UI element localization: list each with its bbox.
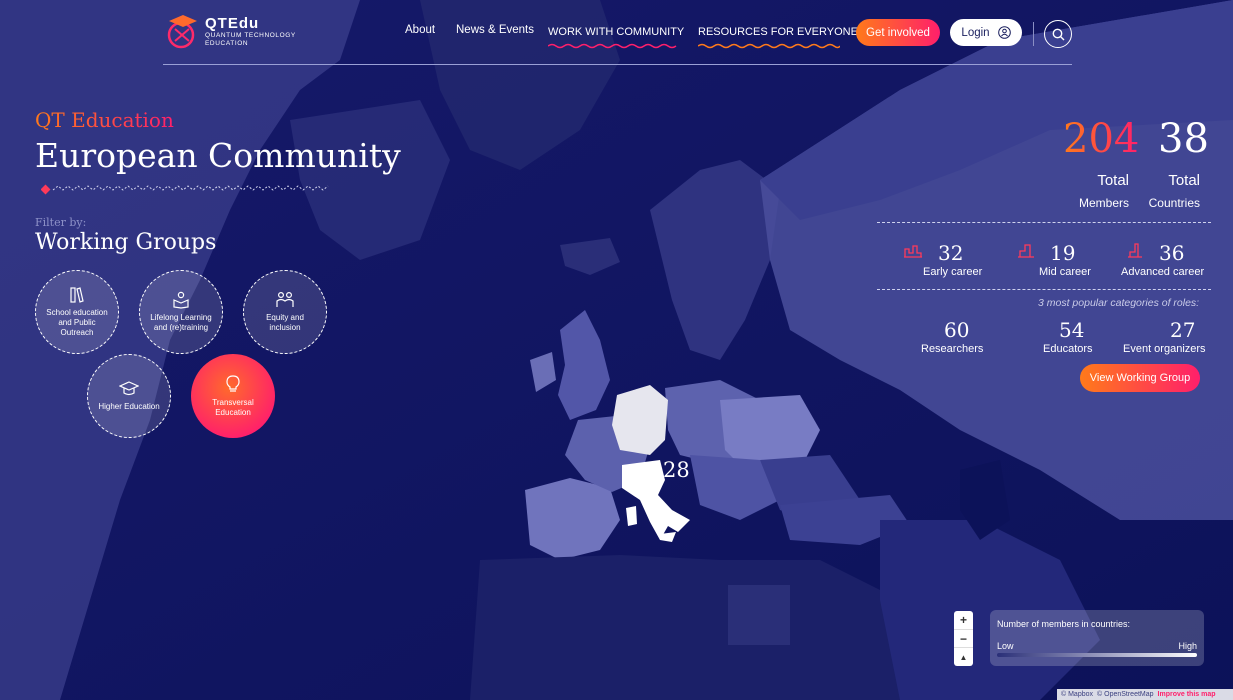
country-member-count: 28 — [663, 458, 690, 482]
stats-divider — [877, 289, 1211, 290]
members-label-2: Members — [1078, 196, 1129, 210]
mid-career-value: 19 — [1050, 241, 1076, 265]
login-label: Login — [961, 26, 990, 39]
nav-work-label: WORK WITH COMMUNITY — [548, 26, 685, 38]
search-button[interactable] — [1044, 20, 1072, 48]
wave-underline — [698, 43, 840, 49]
attrib-mapbox[interactable]: © Mapbox — [1061, 691, 1093, 698]
filter-label: Filter by: — [35, 216, 87, 229]
legend-gradient-bar — [997, 653, 1197, 657]
event-organizers-label: Event organizers — [1123, 343, 1206, 355]
group-label: Higher Education — [98, 402, 160, 411]
map-legend: Number of members in countries: Low High — [990, 610, 1204, 666]
north-africa-land — [470, 555, 900, 700]
search-icon — [1052, 28, 1064, 40]
nav-news-events[interactable]: News & Events — [456, 24, 534, 36]
roles-note: 3 most popular categories of roles: — [1038, 297, 1200, 309]
learner-icon — [173, 291, 189, 309]
total-members-label: Total Members — [1070, 170, 1129, 214]
group-equity-inclusion[interactable]: Equity and inclusion — [243, 270, 327, 354]
mid-career-icon — [1018, 244, 1034, 258]
group-transversal-education[interactable]: Transversal Education — [191, 354, 275, 438]
total-countries-label: Total Countries — [1140, 170, 1200, 214]
nav-about[interactable]: About — [405, 24, 435, 36]
lightbulb-icon — [226, 375, 240, 392]
researchers-label: Researchers — [921, 343, 984, 355]
group-label: Lifelong Learning and (re)training — [150, 313, 212, 332]
members-label-1: Total — [1097, 172, 1129, 189]
stats-divider — [877, 222, 1211, 223]
brand-subtitle-1: QUANTUM TECHNOLOGY — [205, 31, 296, 39]
educators-value: 54 — [1059, 318, 1085, 342]
get-involved-button[interactable]: Get involved — [856, 19, 940, 46]
logo-icon — [167, 15, 197, 49]
nav-resources-label: RESOURCES FOR EVERYONE — [698, 26, 858, 38]
map-attribution: © Mapbox © OpenStreetMap Improve this ma… — [1057, 689, 1233, 700]
event-organizers-value: 27 — [1170, 318, 1196, 342]
mid-career-label: Mid career — [1039, 266, 1091, 278]
legend-title: Number of members in countries: — [997, 619, 1131, 629]
group-school-education[interactable]: School education and Public Outreach — [35, 270, 119, 354]
user-icon — [997, 26, 1011, 39]
early-career-icon — [904, 245, 922, 258]
advanced-career-icon — [1128, 243, 1142, 258]
title-decoration — [41, 184, 329, 195]
early-career-value: 32 — [938, 241, 964, 265]
page-title: European Community — [35, 136, 401, 175]
countries-label-2: Countries — [1148, 196, 1200, 210]
brand-logo[interactable]: QTEdu QUANTUM TECHNOLOGY EDUCATION — [163, 11, 296, 51]
header-divider — [1033, 22, 1034, 46]
group-label: School education and Public Outreach — [46, 308, 108, 337]
total-members-value: 204 — [1063, 116, 1140, 162]
group-label: Transversal Education — [212, 398, 254, 417]
zoom-in-button[interactable]: + — [954, 611, 973, 629]
brand-name: QTEdu — [205, 14, 260, 32]
total-countries-value: 38 — [1158, 116, 1209, 162]
legend-high: High — [1178, 641, 1197, 651]
books-icon — [70, 287, 84, 303]
group-label: Equity and inclusion — [266, 313, 304, 332]
page-eyebrow: QT Education — [35, 108, 174, 132]
researchers-value: 60 — [944, 318, 970, 342]
group-lifelong-learning[interactable]: Lifelong Learning and (re)training — [139, 270, 223, 354]
brand-subtitle-2: EDUCATION — [205, 39, 249, 47]
wave-underline — [548, 43, 677, 49]
nav-resources[interactable]: RESOURCES FOR EVERYONE — [698, 26, 858, 49]
nav-work-with-community[interactable]: WORK WITH COMMUNITY — [548, 26, 685, 49]
attrib-improve[interactable]: Improve this map — [1158, 691, 1216, 698]
graduation-cap-icon — [119, 381, 139, 396]
attrib-osm[interactable]: © OpenStreetMap — [1097, 691, 1154, 698]
educators-label: Educators — [1043, 343, 1093, 355]
zoom-out-button[interactable]: − — [954, 628, 973, 649]
working-groups-title: Working Groups — [35, 230, 217, 255]
zoom-controls: + − ▲ — [954, 611, 973, 666]
header-rule — [163, 64, 1072, 65]
legend-low: Low — [997, 641, 1014, 651]
early-career-label: Early career — [923, 266, 983, 278]
login-button[interactable]: Login — [950, 19, 1022, 46]
people-icon — [276, 291, 294, 307]
germany-highlight — [612, 385, 668, 455]
advanced-career-label: Advanced career — [1121, 266, 1205, 278]
group-higher-education[interactable]: Higher Education — [87, 354, 171, 438]
view-working-group-button[interactable]: View Working Group — [1080, 364, 1200, 392]
reset-north-button[interactable]: ▲ — [954, 648, 973, 666]
countries-label-1: Total — [1168, 172, 1200, 189]
advanced-career-value: 36 — [1159, 241, 1185, 265]
